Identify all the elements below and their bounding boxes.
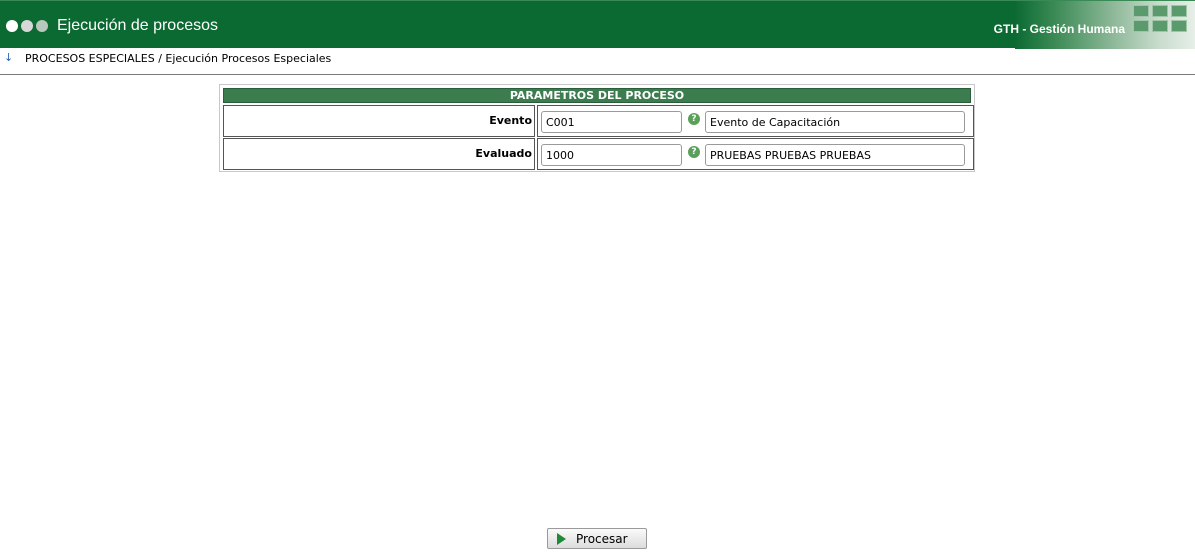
app-header: Ejecución de procesos GTH - Gestión Huma… [0,0,1195,49]
dot-icon [6,20,18,32]
play-icon [557,533,566,545]
evento-description-field[interactable] [705,111,965,133]
param-row-evento: Evento ? [223,105,974,137]
person-icon [1133,20,1149,32]
dot-icon [36,20,48,32]
person-icon [1171,5,1187,17]
process-button[interactable]: Procesar [547,528,647,549]
dot-icon [21,20,33,32]
brand-label: GTH - Gestión Humana [993,22,1125,36]
page-title: Ejecución de procesos [57,17,218,34]
person-icon [1152,20,1168,32]
window-dots [6,20,48,32]
evaluado-value-cell: ? [537,138,974,170]
people-icon-grid [1133,5,1187,32]
evento-label: Evento [223,105,535,137]
params-table: PARAMETROS DEL PROCESO Evento ? Evaluado… [219,84,975,172]
help-icon[interactable]: ? [688,146,700,158]
param-row-evaluado: Evaluado ? [223,138,974,170]
breadcrumb: PROCESOS ESPECIALES / Ejecución Procesos… [25,52,332,65]
help-icon[interactable]: ? [688,113,700,125]
person-icon [1133,5,1149,17]
evento-value-cell: ? [537,105,974,137]
evaluado-code-input[interactable] [541,144,682,166]
person-icon [1152,5,1168,17]
evaluado-description-field[interactable] [705,144,965,166]
evaluado-label: Evaluado [223,138,535,170]
down-arrow-icon: ↓ [4,51,14,64]
evento-code-input[interactable] [541,111,682,133]
process-button-label: Procesar [576,532,628,546]
person-icon [1171,20,1187,32]
params-title: PARAMETROS DEL PROCESO [223,88,971,103]
